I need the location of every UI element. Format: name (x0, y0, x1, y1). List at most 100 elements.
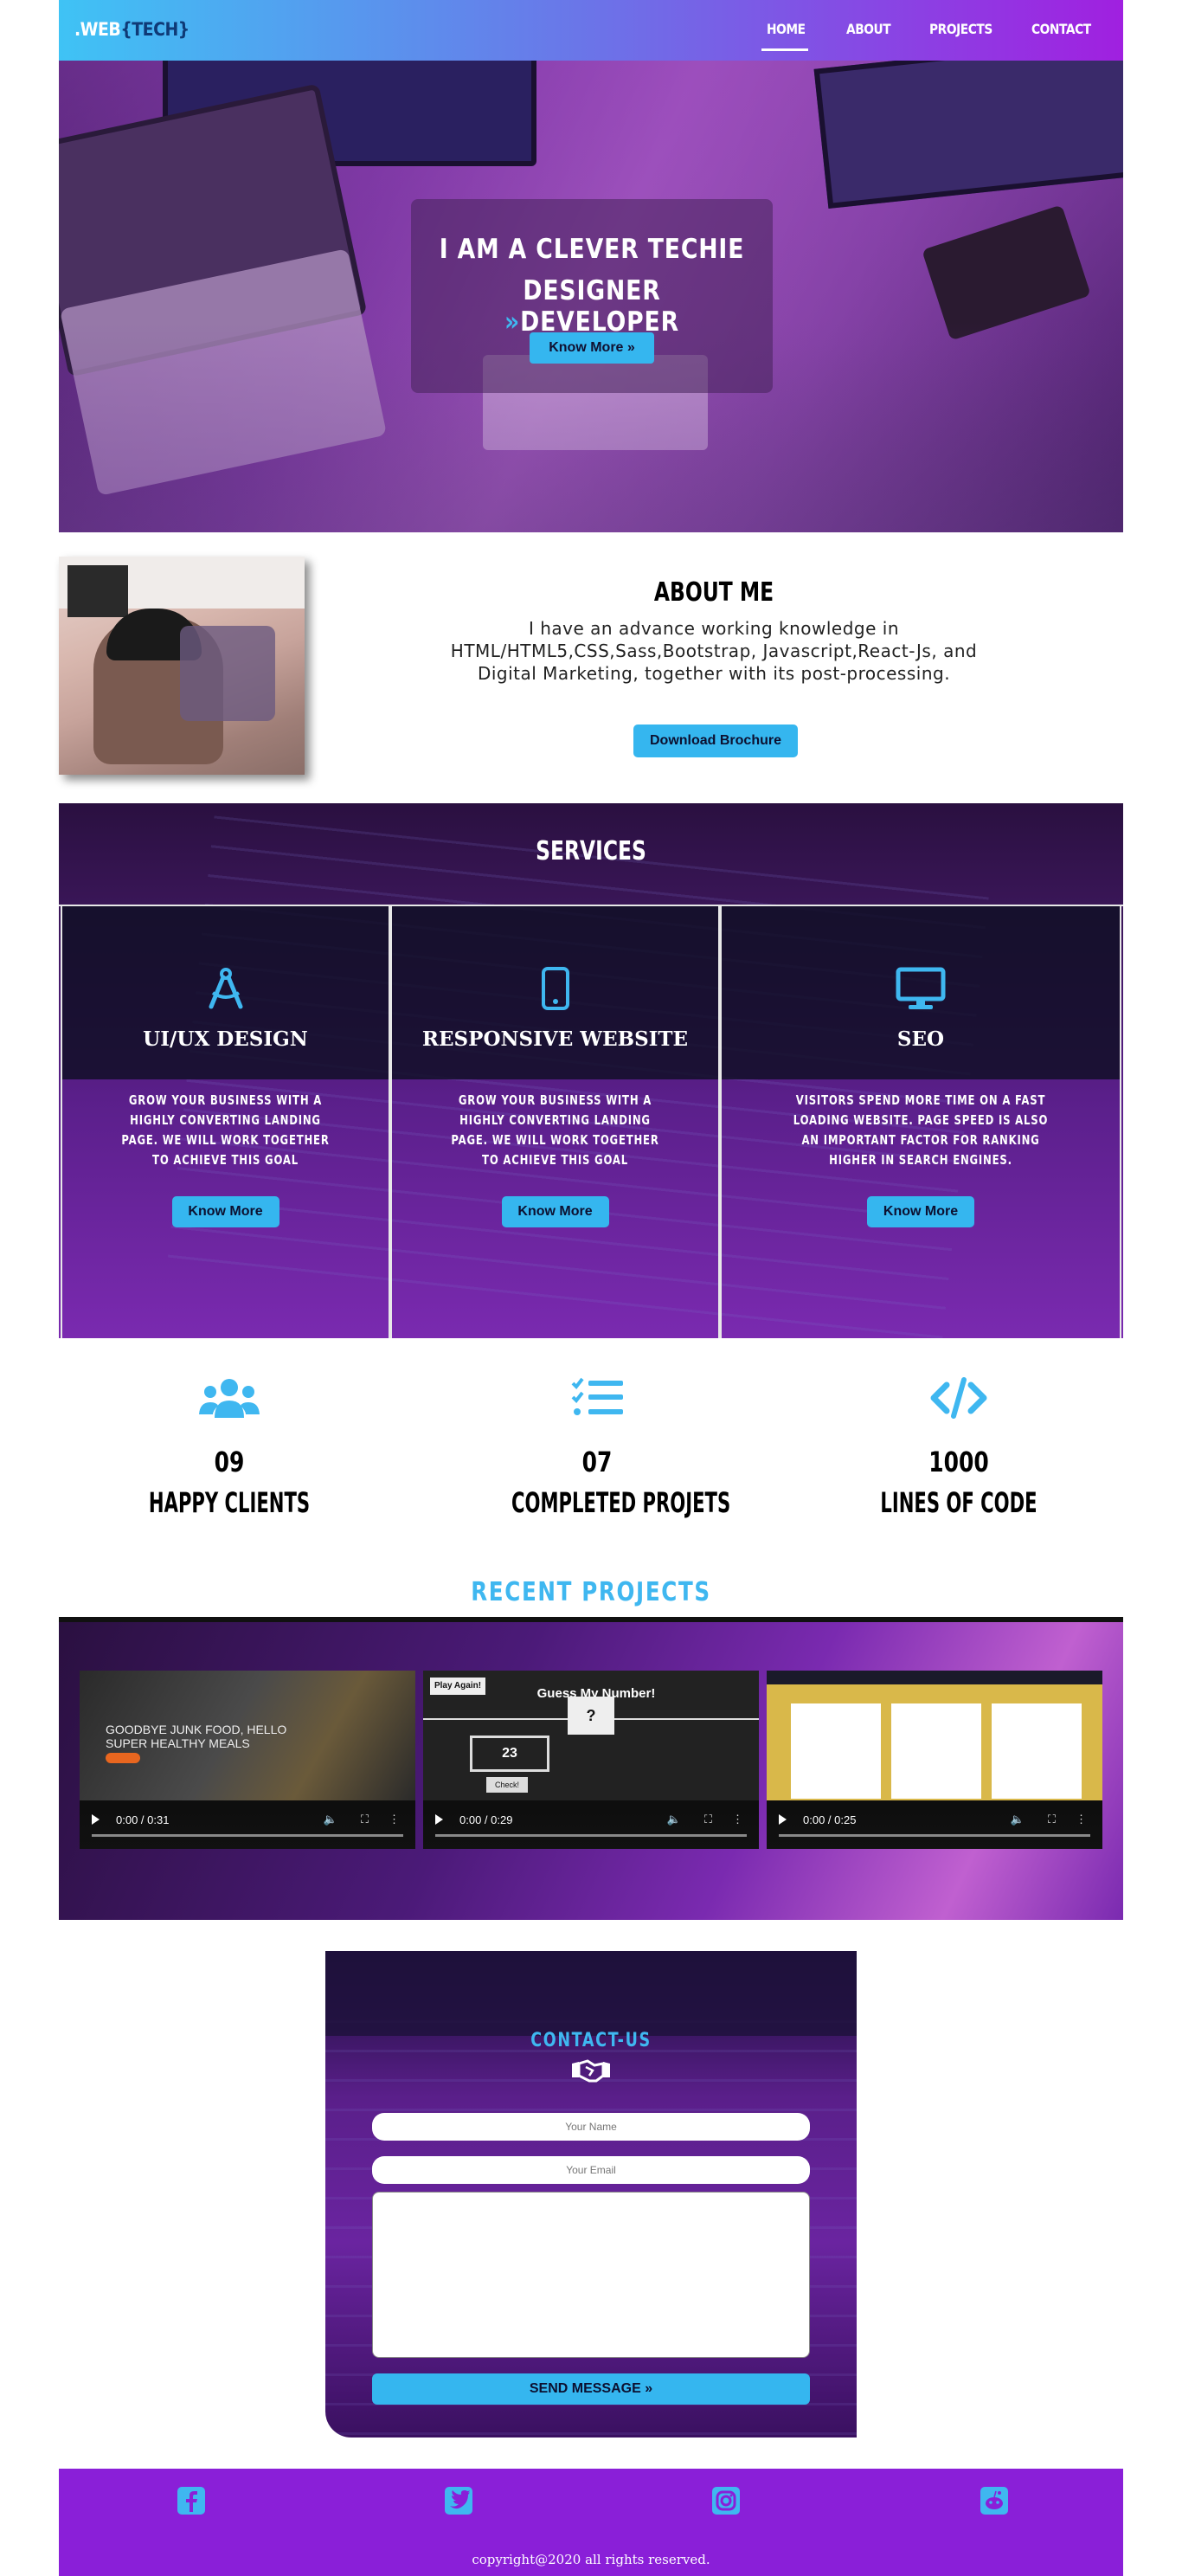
play-icon[interactable] (92, 1814, 100, 1825)
project-video-1[interactable]: GOODBYE JUNK FOOD, HELLO SUPER HEALTHY M… (80, 1671, 415, 1849)
video-frame (767, 1671, 1102, 1800)
service-description: GROW YOUR BUSINESS WITH A HIGHLY CONVERT… (121, 1092, 330, 1168)
about-description: I have an advance working knowledge in H… (450, 618, 978, 684)
stat-label: LINES OF CODE (880, 1486, 1037, 1519)
twitter-icon[interactable] (444, 2486, 473, 2515)
recent-projects-title: RECENT PROJECTS (471, 1577, 711, 1607)
users-icon (199, 1379, 260, 1418)
photo-monitor-shape (67, 565, 128, 617)
second-monitor-shape (813, 61, 1123, 209)
video-progress-bar[interactable] (435, 1834, 747, 1837)
copyright-text: copyright@2020 all rights reserved. (472, 2552, 710, 2567)
check-button: Check! (486, 1777, 528, 1793)
play-icon[interactable] (435, 1814, 443, 1825)
service-know-more-button[interactable]: Know More (171, 1196, 279, 1227)
list-card (891, 1703, 981, 1799)
video-frame: Play Again! Guess My Number! ? 23 Check! (423, 1671, 759, 1800)
stat-label: COMPLETED PROJETS (511, 1486, 731, 1519)
stat-number: 07 (581, 1446, 613, 1478)
hero-word-designer: DESIGNER (523, 275, 661, 306)
more-options-icon[interactable]: ⋮ (1076, 1813, 1087, 1826)
list-card (992, 1703, 1082, 1799)
download-brochure-button[interactable]: Download Brochure (633, 724, 798, 757)
projects-section: GOODBYE JUNK FOOD, HELLO SUPER HEALTHY M… (59, 1617, 1123, 1920)
nav-link-contact[interactable]: CONTACT (1031, 21, 1091, 37)
video-time: 0:00 / 0:29 (459, 1813, 513, 1826)
video-app-header (767, 1671, 1102, 1684)
brand-logo[interactable]: .WEB{TECH} (74, 19, 190, 40)
facebook-icon[interactable] (177, 2486, 206, 2515)
service-title: SEO (896, 1027, 945, 1051)
service-title: RESPONSIVE WEBSITE (421, 1027, 689, 1051)
video-progress-bar[interactable] (92, 1834, 403, 1837)
list-card (791, 1703, 881, 1799)
more-options-icon[interactable]: ⋮ (389, 1813, 400, 1826)
email-input[interactable] (372, 2156, 810, 2184)
nav-link-projects[interactable]: PROJECTS (929, 21, 992, 37)
photo-arm-shape (180, 626, 275, 721)
hero-know-more-button[interactable]: Know More » (530, 332, 654, 364)
contact-section: CONTACT-US SEND MESSAGE » (325, 1951, 857, 2438)
code-icon (930, 1377, 987, 1419)
instagram-icon[interactable] (711, 2486, 741, 2515)
handshake-icon (572, 2059, 610, 2083)
name-input[interactable] (372, 2113, 810, 2141)
top-navbar: .WEB{TECH} HOME ABOUT PROJECTS CONTACT (59, 0, 1123, 61)
service-know-more-button[interactable]: Know More (501, 1196, 609, 1227)
fullscreen-icon[interactable]: ⛶ (361, 1813, 369, 1826)
double-chevron-icon: » (504, 306, 521, 338)
contact-title: CONTACT-US (530, 2030, 652, 2051)
hero-headline-2: DESIGNER »DEVELOPER (436, 275, 747, 338)
nav-link-about[interactable]: ABOUT (846, 21, 891, 37)
brand-text-web: .WEB (74, 19, 121, 40)
guess-input: 23 (470, 1736, 549, 1772)
volume-icon[interactable]: 🔈 (324, 1813, 337, 1826)
volume-icon[interactable]: 🔈 (667, 1813, 681, 1826)
project-video-2[interactable]: Play Again! Guess My Number! ? 23 Check!… (423, 1671, 759, 1849)
video-frame: GOODBYE JUNK FOOD, HELLO SUPER HEALTHY M… (80, 1671, 415, 1800)
service-card-seo: SEO VISITORS SPEND MORE TIME ON A FAST L… (720, 906, 1121, 1338)
hero-headline-1: I AM A CLEVER TECHIE (439, 234, 745, 265)
volume-icon[interactable]: 🔈 (1011, 1813, 1025, 1826)
send-message-button[interactable]: SEND MESSAGE » (372, 2373, 810, 2405)
footer: copyright@2020 all rights reserved. (59, 2469, 1123, 2576)
nav-active-underline (761, 48, 808, 51)
service-description: GROW YOUR BUSINESS WITH A HIGHLY CONVERT… (451, 1092, 659, 1168)
video-time: 0:00 / 0:25 (803, 1813, 857, 1826)
stat-number: 09 (214, 1446, 245, 1478)
section-top-bar (59, 1617, 1123, 1622)
more-options-icon[interactable]: ⋮ (732, 1813, 743, 1826)
play-again-button: Play Again! (430, 1678, 485, 1695)
message-textarea[interactable] (372, 2192, 810, 2358)
stat-label: HAPPY CLIENTS (148, 1486, 311, 1519)
reddit-icon[interactable] (980, 2486, 1009, 2515)
hero-section: I AM A CLEVER TECHIE DESIGNER »DEVELOPER… (59, 61, 1123, 532)
mystery-number-box: ? (568, 1697, 614, 1735)
video-cta-shape (106, 1753, 140, 1763)
stat-number: 1000 (928, 1446, 989, 1478)
video-time: 0:00 / 0:31 (116, 1813, 170, 1826)
profile-photo (59, 557, 305, 775)
mobile-icon (541, 967, 569, 1010)
project-video-3[interactable]: 0:00 / 0:25 ⋮ ⛶ 🔈 (767, 1671, 1102, 1849)
services-title: SERVICES (536, 836, 646, 866)
brand-text-tech: {TECH} (120, 19, 190, 40)
service-card-responsive: RESPONSIVE WEBSITE GROW YOUR BUSINESS WI… (390, 906, 720, 1338)
video-progress-bar[interactable] (779, 1834, 1090, 1837)
hero-textbox: I AM A CLEVER TECHIE DESIGNER »DEVELOPER… (411, 199, 773, 393)
list-check-icon (571, 1377, 623, 1415)
compass-drafting-icon (209, 968, 242, 1009)
service-know-more-button[interactable]: Know More (867, 1196, 974, 1227)
service-card-uiux: UI/UX DESIGN GROW YOUR BUSINESS WITH A H… (61, 906, 390, 1338)
service-description: VISITORS SPEND MORE TIME ON A FAST LOADI… (793, 1092, 1049, 1168)
nav-link-home[interactable]: HOME (767, 21, 806, 37)
service-title: UI/UX DESIGN (143, 1027, 308, 1051)
fullscreen-icon[interactable]: ⛶ (704, 1813, 712, 1826)
about-title: ABOUT ME (653, 577, 774, 608)
contact-header-bg (325, 1951, 857, 2036)
fullscreen-icon[interactable]: ⛶ (1048, 1813, 1056, 1826)
play-icon[interactable] (779, 1814, 787, 1825)
services-section: SERVICES UI/UX DESIGN GROW YOUR BUSINESS… (59, 803, 1123, 1338)
video-caption: GOODBYE JUNK FOOD, HELLO SUPER HEALTHY M… (106, 1723, 287, 1750)
desktop-icon (896, 967, 946, 1009)
